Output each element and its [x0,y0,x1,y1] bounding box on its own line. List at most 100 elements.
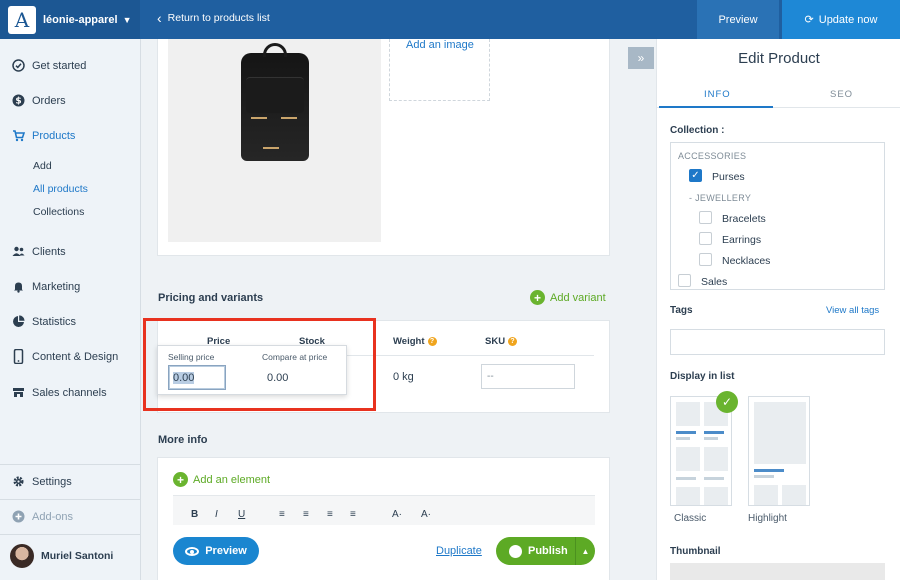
bag-zip [263,147,279,149]
bag-zip [251,117,267,119]
addons-label: Add-ons [32,510,73,523]
align-left-button[interactable]: ≡ [279,509,285,520]
store-switcher[interactable]: A léonie-apparel ▼ [0,0,140,39]
backpack-photo [241,43,309,161]
highlight-label: Highlight [748,513,787,524]
preview-button[interactable]: Preview [173,537,259,565]
update-now-button[interactable]: ⟳ Update now [782,0,900,39]
edit-product-panel: Edit Product INFO SEO Collection : ACCES… [656,39,900,580]
svg-text:$: $ [15,97,21,107]
sidebar-item-sales-channels[interactable]: Sales channels [12,386,107,399]
image-placeholder-icon [704,447,728,471]
bag-strap [263,43,287,57]
thumbnail-preview[interactable] [670,563,885,580]
text-line [704,477,724,480]
sidebar-divider [0,534,141,535]
purses-checkbox[interactable]: ✓ [689,169,702,182]
weight-column-header: Weight ? [393,336,437,347]
earrings-checkbox[interactable] [699,232,712,245]
display-option-highlight[interactable] [748,396,810,506]
back-label: Return to products list [167,12,270,24]
sales-label: Sales [701,276,728,288]
sidebar-item-get-started[interactable]: Get started [12,59,86,72]
help-icon[interactable]: ? [508,337,518,346]
store-logo: A [8,5,36,34]
display-option-classic[interactable] [670,396,732,506]
sidebar-divider [0,499,141,500]
avatar [10,544,34,568]
image-placeholder-icon [754,485,778,505]
necklaces-checkbox[interactable] [699,253,712,266]
justify-button[interactable]: ≡ [350,509,356,520]
sidebar-item-addons[interactable]: Add-ons [12,510,73,523]
tags-input[interactable] [670,329,885,355]
sku-input[interactable]: -- [481,364,575,389]
sidebar-subitem-add[interactable]: Add [33,160,52,172]
publish-button[interactable]: Publish ▲ [496,537,595,565]
title-line [676,431,696,434]
bell-icon [12,280,25,293]
align-right-button[interactable]: ≡ [327,509,333,520]
thumbnail-label: Thumbnail [670,546,721,557]
italic-button[interactable]: I [215,509,218,520]
sales-checkbox[interactable] [678,274,691,287]
back-to-products-link[interactable]: ‹ Return to products list [157,11,270,25]
tags-label: Tags [670,305,693,316]
product-image[interactable] [168,39,381,242]
highlight-color-button[interactable]: A· [421,509,431,520]
chevron-down-icon: ▼ [122,14,132,25]
sidebar-item-marketing[interactable]: Marketing [12,280,80,293]
plus-icon: + [530,290,545,305]
necklaces-label: Necklaces [722,255,771,267]
add-element-button[interactable]: + Add an element [173,472,270,487]
sidebar-subitem-all-products[interactable]: All products [33,183,88,195]
sku-header-label: SKU [485,336,506,347]
text-line [754,475,774,478]
view-all-tags-link[interactable]: View all tags [826,305,879,316]
sidebar-item-clients[interactable]: Clients [12,245,66,258]
collapse-panel-button[interactable]: » [628,47,654,69]
sidebar-item-orders[interactable]: $ Orders [12,94,66,107]
sidebar-item-label: Orders [32,94,66,107]
help-icon[interactable]: ? [427,337,437,346]
add-image-link[interactable]: Add an image [406,39,474,51]
align-center-button[interactable]: ≡ [303,509,309,520]
sidebar-subitem-collections[interactable]: Collections [33,206,84,218]
sidebar-item-label: Marketing [32,280,81,293]
classic-label: Classic [674,513,707,524]
image-placeholder-icon [676,402,700,426]
sidebar-item-statistics[interactable]: Statistics [12,315,76,328]
title-line [704,431,724,434]
preview-top-button[interactable]: Preview [697,0,779,39]
sidebar-item-products[interactable]: Products [12,129,75,142]
image-placeholder-icon [704,487,728,505]
bold-button[interactable]: B [191,509,198,520]
chevron-up-icon[interactable]: ▲ [575,537,595,565]
pricing-section-title: Pricing and variants [158,292,264,304]
image-placeholder-icon [676,447,700,471]
weight-value[interactable]: 0 kg [393,371,414,383]
underline-button[interactable]: U [238,509,245,520]
phone-icon [12,349,25,364]
user-profile[interactable]: Muriel Santoni [10,544,113,568]
image-placeholder-icon [676,487,700,505]
tab-seo[interactable]: SEO [830,89,853,100]
bag-zip [281,117,297,119]
cart-icon [12,129,25,142]
image-placeholder-icon [754,402,806,464]
add-variant-button[interactable]: + Add variant [530,290,606,305]
text-color-button[interactable]: A· [392,509,402,520]
sidebar-item-label: Get started [32,59,87,72]
plus-circle-icon [12,510,25,523]
bracelets-checkbox[interactable] [699,211,712,224]
highlight-annotation [143,318,376,411]
sidebar-item-content-design[interactable]: Content & Design [12,349,118,364]
preview-button-label: Preview [205,545,247,557]
editor-toolbar [173,495,595,525]
sidebar-item-settings[interactable]: Settings [12,475,72,488]
store-name: léonie-apparel [43,13,118,26]
eye-icon [185,546,200,556]
duplicate-link[interactable]: Duplicate [436,545,482,557]
collection-list[interactable]: ACCESSORIES ✓ Purses - JEWELLERY Bracele… [670,142,885,290]
tab-info[interactable]: INFO [704,89,731,100]
